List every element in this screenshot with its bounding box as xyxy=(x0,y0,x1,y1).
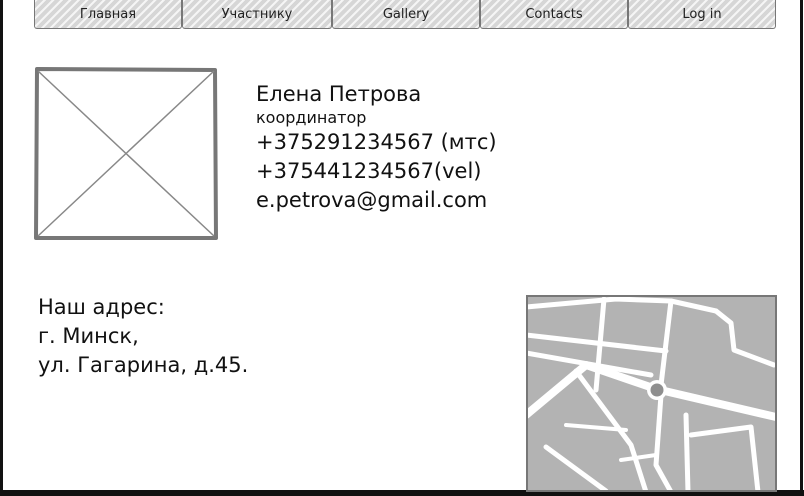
window-frame-left xyxy=(0,0,3,496)
nav-item-home[interactable]: Главная xyxy=(34,0,182,29)
contact-name: Елена Петрова xyxy=(256,82,422,106)
window-frame-right xyxy=(800,0,803,496)
address-street: ул. Гагарина, д.45. xyxy=(38,353,249,377)
phone-vel: +375441234567(vel) xyxy=(256,159,482,183)
contact-role: координатор xyxy=(256,108,367,127)
nav-item-contacts[interactable]: Contacts xyxy=(480,0,628,29)
phone-mts: +375291234567 (мтс) xyxy=(256,130,497,154)
address-heading: Наш адрес: xyxy=(38,295,165,319)
contact-email[interactable]: e.petrova@gmail.com xyxy=(256,186,616,215)
nav-item-login[interactable]: Log in xyxy=(628,0,776,29)
address-block: Наш адрес: г. Минск, ул. Гагарина, д.45. xyxy=(38,293,358,380)
map-icon[interactable] xyxy=(526,295,777,492)
nav-item-gallery[interactable]: Gallery xyxy=(332,0,480,29)
nav-item-participant[interactable]: Участнику xyxy=(182,0,332,29)
address-city: г. Минск, xyxy=(38,324,139,348)
image-placeholder-icon xyxy=(34,67,218,240)
top-navigation: Главная Участнику Gallery Contacts Log i… xyxy=(34,0,776,31)
contact-card: Елена Петрова координатор +375291234567 … xyxy=(256,80,616,215)
